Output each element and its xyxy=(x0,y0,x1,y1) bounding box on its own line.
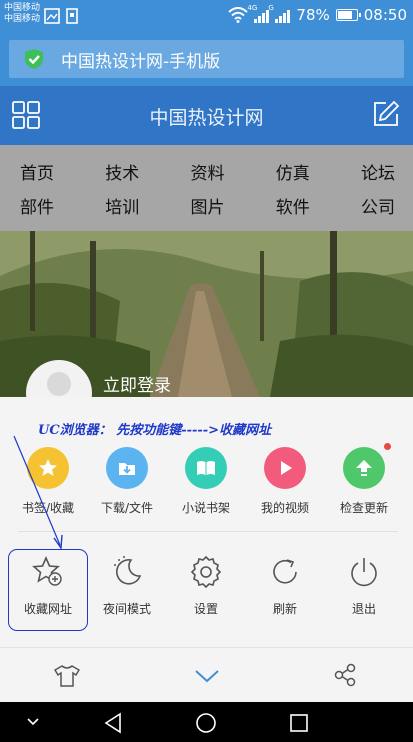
network-type-2: G xyxy=(268,4,274,12)
book-icon xyxy=(185,447,227,489)
sim-icon xyxy=(66,8,78,24)
nav-link[interactable]: 图片 xyxy=(191,193,225,218)
menu-label: 下载/文件 xyxy=(100,501,154,515)
hide-icon[interactable] xyxy=(26,716,40,726)
battery-icon xyxy=(335,9,361,21)
menu-label: 检查更新 xyxy=(339,501,388,515)
menu-exit[interactable]: 退出 xyxy=(324,554,404,617)
menu-label: 书签/收藏 xyxy=(21,501,75,515)
address-text: 中国热设计网-手机版 xyxy=(61,51,221,72)
image-icon xyxy=(44,8,60,24)
home-icon[interactable] xyxy=(195,712,217,734)
carrier-2: 中国移动 xyxy=(4,14,41,24)
menu-label: 设置 xyxy=(193,602,218,616)
recent-icon[interactable] xyxy=(289,713,309,733)
site-nav: 首页 技术 资料 仿真 论坛 部件 培训 图片 软件 公司 xyxy=(0,145,413,231)
menu-videos[interactable]: 我的视频 xyxy=(245,447,325,516)
menu-check-update[interactable]: 检查更新 xyxy=(324,447,404,516)
menu-label: 小说书架 xyxy=(181,501,230,515)
shield-check-icon xyxy=(25,49,43,69)
network-type-1: 4G xyxy=(247,4,258,12)
menu-label: 夜间模式 xyxy=(102,602,151,616)
status-bar: 中国移动 中国移动 4G G 78% 08:50 xyxy=(0,0,413,33)
browser-toolbar: 中国热设计网-手机版 xyxy=(0,33,413,86)
menu-bookmarks[interactable]: 书签/收藏 xyxy=(8,447,88,516)
upgrade-icon xyxy=(343,447,385,489)
menu-night-mode[interactable]: 夜间模式 xyxy=(87,554,167,617)
chevron-down-icon[interactable] xyxy=(194,668,220,684)
wifi-icon xyxy=(228,7,249,23)
menu-downloads[interactable]: 下载/文件 xyxy=(87,447,167,516)
annotation-text: UC浏览器： 先按功能键----->收藏网址 xyxy=(38,423,272,438)
menu-bottom-bar xyxy=(0,647,413,702)
nav-link[interactable]: 技术 xyxy=(105,159,139,184)
power-icon xyxy=(351,558,377,587)
system-nav-bar xyxy=(0,702,413,742)
download-icon xyxy=(106,447,148,489)
play-icon xyxy=(264,447,306,489)
shirt-icon[interactable] xyxy=(54,664,80,688)
nav-link[interactable]: 公司 xyxy=(361,193,395,218)
status-right: 4G G 78% 08:50 xyxy=(228,4,407,24)
refresh-icon xyxy=(273,559,297,584)
annotation-highlight-box xyxy=(8,549,88,631)
signal-icon-2: G xyxy=(268,4,291,23)
clock: 08:50 xyxy=(363,6,407,24)
nav-link[interactable]: 培训 xyxy=(105,193,139,218)
update-badge xyxy=(384,443,391,450)
nav-link[interactable]: 论坛 xyxy=(361,159,395,184)
nav-link[interactable]: 软件 xyxy=(276,193,310,218)
nav-link[interactable]: 仿真 xyxy=(276,159,310,184)
gear-icon xyxy=(190,555,222,589)
carrier-1: 中国移动 xyxy=(4,3,41,13)
nav-link[interactable]: 部件 xyxy=(20,193,54,218)
star-icon xyxy=(27,447,69,489)
nav-link[interactable]: 首页 xyxy=(20,159,54,184)
signal-icon-1: 4G xyxy=(247,4,270,23)
site-header: 中国热设计网 xyxy=(0,86,413,145)
nav-link[interactable]: 资料 xyxy=(191,159,225,184)
menu-label: 我的视频 xyxy=(260,501,309,515)
back-icon[interactable] xyxy=(103,712,123,734)
moon-icon xyxy=(114,556,142,585)
menu-settings[interactable]: 设置 xyxy=(166,554,246,617)
menu-label: 刷新 xyxy=(272,602,297,616)
edit-icon[interactable] xyxy=(372,100,400,128)
site-title: 中国热设计网 xyxy=(149,107,264,129)
carrier-info: 中国移动 中国移动 xyxy=(4,3,40,25)
address-bar[interactable]: 中国热设计网-手机版 xyxy=(9,40,404,78)
menu-divider xyxy=(18,531,398,532)
nav-row-1: 首页 技术 资料 仿真 论坛 xyxy=(0,159,413,184)
share-icon[interactable] xyxy=(333,663,357,687)
nav-row-2: 部件 培训 图片 软件 公司 xyxy=(0,193,413,218)
notification-icons xyxy=(44,8,78,24)
battery-percent: 78% xyxy=(296,6,330,24)
login-link[interactable]: 立即登录 xyxy=(103,371,171,396)
menu-refresh[interactable]: 刷新 xyxy=(245,554,325,617)
menu-novels[interactable]: 小说书架 xyxy=(166,447,246,516)
menu-label: 退出 xyxy=(351,602,376,616)
